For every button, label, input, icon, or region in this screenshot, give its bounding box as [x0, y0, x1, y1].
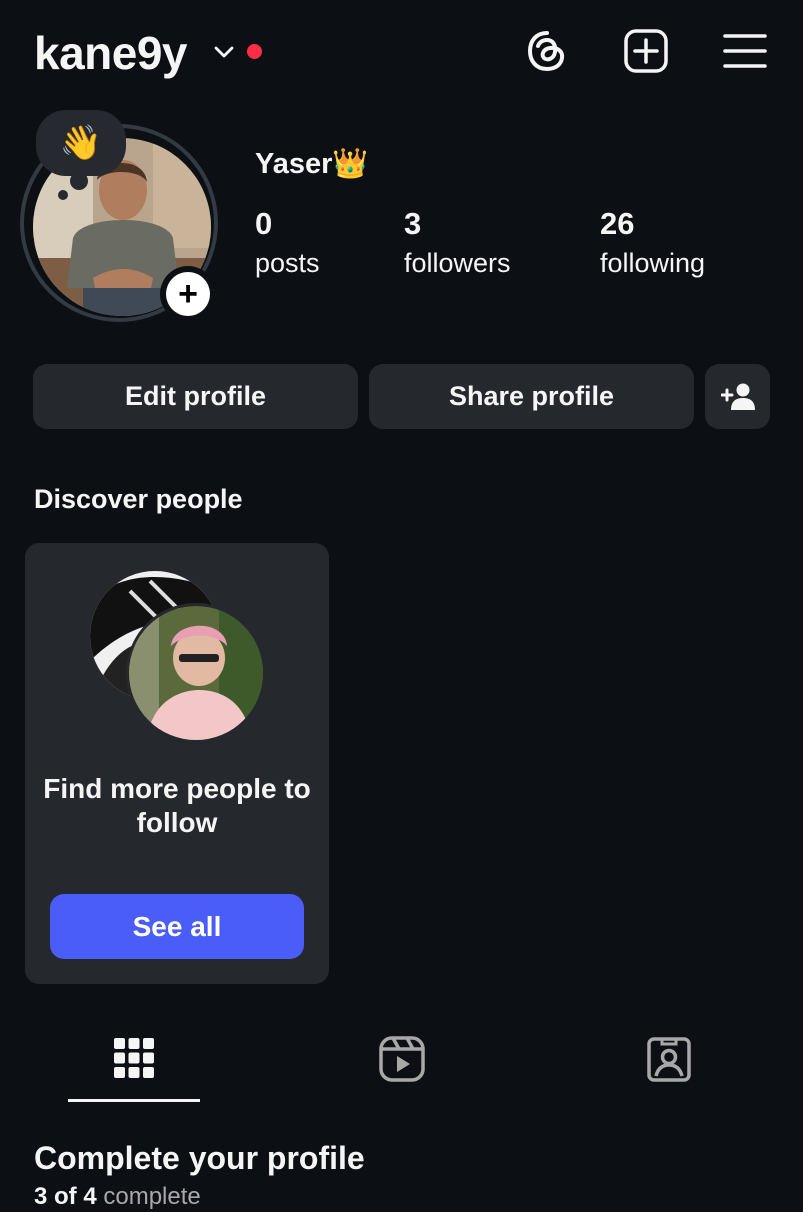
suggested-avatar-2: [126, 603, 266, 743]
posts-count[interactable]: 0: [255, 206, 272, 242]
find-people-text: Find more people to follow: [43, 773, 311, 838]
progress-count: 3 of 4: [34, 1183, 97, 1210]
profile-progress-text: 3 of 4 complete: [34, 1182, 201, 1212]
edit-profile-button[interactable]: Edit profile: [33, 364, 358, 429]
note-bubble[interactable]: 👋: [36, 110, 126, 200]
followers-label[interactable]: followers: [404, 246, 511, 280]
grid-icon[interactable]: [109, 1034, 159, 1084]
plus-icon: +: [166, 272, 210, 316]
create-post-icon[interactable]: [623, 28, 669, 74]
following-count[interactable]: 26: [600, 206, 634, 242]
see-all-button[interactable]: See all: [50, 894, 304, 959]
menu-icon[interactable]: [722, 28, 768, 74]
display-name: Yaser👑: [255, 148, 369, 180]
notification-dot: [247, 44, 262, 59]
discover-people-title: Discover people: [34, 484, 243, 514]
following-label[interactable]: following: [600, 246, 705, 280]
chevron-down-icon[interactable]: [212, 40, 236, 64]
reels-icon[interactable]: [377, 1034, 427, 1084]
threads-icon[interactable]: [524, 28, 570, 74]
add-story-button[interactable]: +: [160, 266, 216, 322]
followers-count[interactable]: 3: [404, 206, 421, 242]
active-tab-indicator: [68, 1099, 200, 1102]
complete-profile-title: Complete your profile: [34, 1140, 365, 1176]
discover-people-button[interactable]: [705, 364, 770, 429]
add-user-icon: [720, 383, 755, 410]
progress-suffix: complete: [96, 1183, 201, 1210]
share-profile-button[interactable]: Share profile: [369, 364, 694, 429]
tagged-icon[interactable]: [644, 1034, 694, 1084]
waving-hand-icon: 👋: [59, 124, 103, 162]
username-title[interactable]: kane9y: [34, 26, 188, 80]
posts-label[interactable]: posts: [255, 246, 320, 280]
